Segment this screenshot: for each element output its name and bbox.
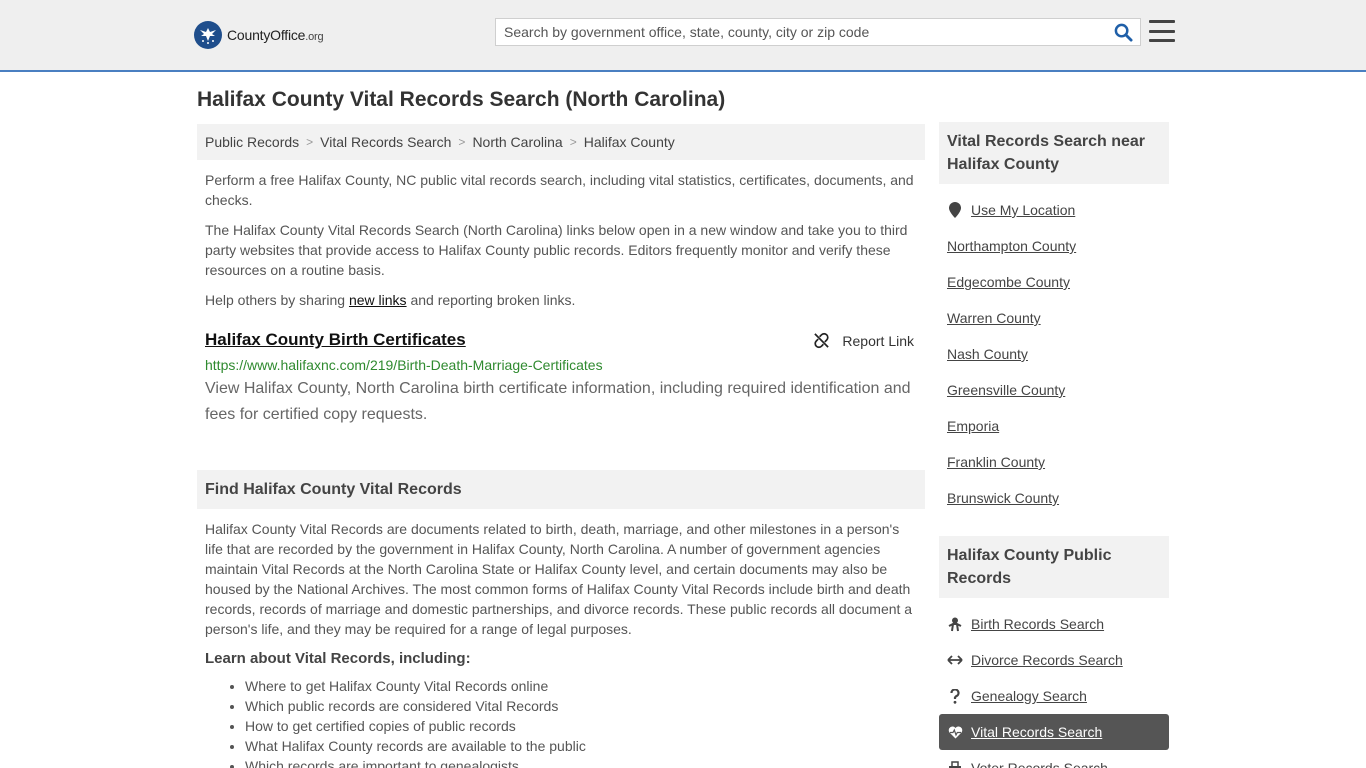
use-my-location-item[interactable]: Use My Location bbox=[939, 192, 1169, 228]
voter-records-link[interactable]: Voter Records Search bbox=[971, 760, 1108, 768]
sidebar-item-vital-records[interactable]: Vital Records Search bbox=[939, 714, 1169, 750]
sidebar-item-nearby[interactable]: Edgecombe County bbox=[939, 264, 1169, 300]
share-text-after: and reporting broken links. bbox=[406, 292, 576, 308]
report-link-button[interactable]: Report Link bbox=[813, 332, 914, 349]
breadcrumb-county[interactable]: Halifax County bbox=[584, 134, 675, 150]
sidebar-item-nearby[interactable]: Northampton County bbox=[939, 228, 1169, 264]
search-box bbox=[495, 18, 1141, 46]
search-input[interactable] bbox=[496, 19, 1106, 45]
sidebar-item-nearby[interactable]: Warren County bbox=[939, 300, 1169, 336]
list-item: What Halifax County records are availabl… bbox=[245, 736, 925, 756]
nearby-list: Use My Location Northampton County Edgec… bbox=[939, 192, 1169, 516]
result-title-link[interactable]: Halifax County Birth Certificates bbox=[205, 330, 466, 350]
arrows-icon bbox=[947, 655, 963, 665]
sidebar-item-genealogy[interactable]: Genealogy Search bbox=[939, 678, 1169, 714]
nearby-link[interactable]: Greensville County bbox=[947, 382, 1065, 398]
nearby-link[interactable]: Warren County bbox=[947, 310, 1041, 326]
list-item: How to get certified copies of public re… bbox=[245, 716, 925, 736]
sidebar-item-nearby[interactable]: Greensville County bbox=[939, 372, 1169, 408]
baby-icon bbox=[947, 617, 963, 632]
heartbeat-icon bbox=[947, 726, 963, 739]
search-icon bbox=[1114, 23, 1133, 42]
nearby-link[interactable]: Nash County bbox=[947, 346, 1028, 362]
birth-records-link[interactable]: Birth Records Search bbox=[971, 616, 1104, 632]
result-item: Halifax County Birth Certificates Report… bbox=[205, 330, 917, 428]
nearby-link[interactable]: Northampton County bbox=[947, 238, 1076, 254]
public-records-heading: Halifax County Public Records bbox=[939, 536, 1169, 598]
nearby-link[interactable]: Brunswick County bbox=[947, 490, 1059, 506]
result-description: View Halifax County, North Carolina birt… bbox=[205, 380, 911, 423]
divorce-records-link[interactable]: Divorce Records Search bbox=[971, 652, 1123, 668]
logo-tld: .org bbox=[305, 31, 324, 43]
logo-main: CountyOffice bbox=[227, 27, 306, 43]
sidebar-item-nearby[interactable]: Emporia bbox=[939, 408, 1169, 444]
nearby-link[interactable]: Franklin County bbox=[947, 454, 1045, 470]
vital-records-link[interactable]: Vital Records Search bbox=[971, 724, 1102, 740]
find-vital-records-heading: Find Halifax County Vital Records bbox=[197, 470, 925, 509]
chevron-right-icon: > bbox=[306, 135, 314, 149]
nearby-heading: Vital Records Search near Halifax County bbox=[939, 122, 1169, 184]
list-item: Which public records are considered Vita… bbox=[245, 696, 925, 716]
sidebar-item-nearby[interactable]: Brunswick County bbox=[939, 480, 1169, 516]
map-pin-icon bbox=[947, 202, 963, 218]
result-url: https://www.halifaxnc.com/219/Birth-Deat… bbox=[205, 357, 603, 373]
sidebar: Vital Records Search near Halifax County… bbox=[939, 122, 1169, 768]
nearby-link[interactable]: Edgecombe County bbox=[947, 274, 1070, 290]
hamburger-menu-icon[interactable] bbox=[1149, 19, 1175, 43]
learn-heading: Learn about Vital Records, including: bbox=[205, 650, 471, 667]
sidebar-item-birth-records[interactable]: Birth Records Search bbox=[939, 606, 1169, 642]
site-logo[interactable]: CountyOffice.org bbox=[194, 20, 324, 50]
chevron-right-icon: > bbox=[569, 135, 577, 149]
top-header: CountyOffice.org bbox=[0, 0, 1366, 72]
learn-list: Where to get Halifax County Vital Record… bbox=[245, 676, 925, 768]
find-vital-records-body: Halifax County Vital Records are documen… bbox=[205, 521, 913, 637]
sidebar-item-nearby[interactable]: Nash County bbox=[939, 336, 1169, 372]
intro-paragraph-3: Help others by sharing new links and rep… bbox=[205, 290, 917, 310]
list-item: Where to get Halifax County Vital Record… bbox=[245, 676, 925, 696]
breadcrumb: Public Records > Vital Records Search > … bbox=[197, 124, 925, 160]
breadcrumb-vital-records[interactable]: Vital Records Search bbox=[320, 134, 451, 150]
ballot-icon bbox=[947, 761, 963, 768]
question-icon bbox=[947, 688, 963, 704]
main-content: Public Records > Vital Records Search > … bbox=[197, 124, 925, 768]
nearby-link[interactable]: Emporia bbox=[947, 418, 999, 434]
intro-paragraph-1: Perform a free Halifax County, NC public… bbox=[205, 172, 914, 208]
intro-paragraph-2: The Halifax County Vital Records Search … bbox=[205, 222, 908, 278]
breadcrumb-state[interactable]: North Carolina bbox=[472, 134, 562, 150]
new-links-link[interactable]: new links bbox=[349, 292, 407, 308]
chevron-right-icon: > bbox=[458, 135, 466, 149]
sidebar-item-nearby[interactable]: Franklin County bbox=[939, 444, 1169, 480]
breadcrumb-public-records[interactable]: Public Records bbox=[205, 134, 299, 150]
page-title: Halifax County Vital Records Search (Nor… bbox=[197, 88, 726, 111]
report-link-label: Report Link bbox=[842, 332, 914, 349]
use-my-location-link[interactable]: Use My Location bbox=[971, 202, 1075, 218]
list-item: Which records are important to genealogi… bbox=[245, 756, 925, 768]
eagle-logo-icon bbox=[194, 21, 222, 49]
genealogy-link[interactable]: Genealogy Search bbox=[971, 688, 1087, 704]
public-records-list: Birth Records Search Divorce Records Sea… bbox=[939, 606, 1169, 768]
broken-link-icon bbox=[813, 332, 830, 349]
search-button[interactable] bbox=[1106, 19, 1140, 45]
sidebar-item-voter-records[interactable]: Voter Records Search bbox=[939, 750, 1169, 768]
share-text-before: Help others by sharing bbox=[205, 292, 349, 308]
logo-text: CountyOffice.org bbox=[227, 27, 324, 43]
sidebar-item-divorce-records[interactable]: Divorce Records Search bbox=[939, 642, 1169, 678]
